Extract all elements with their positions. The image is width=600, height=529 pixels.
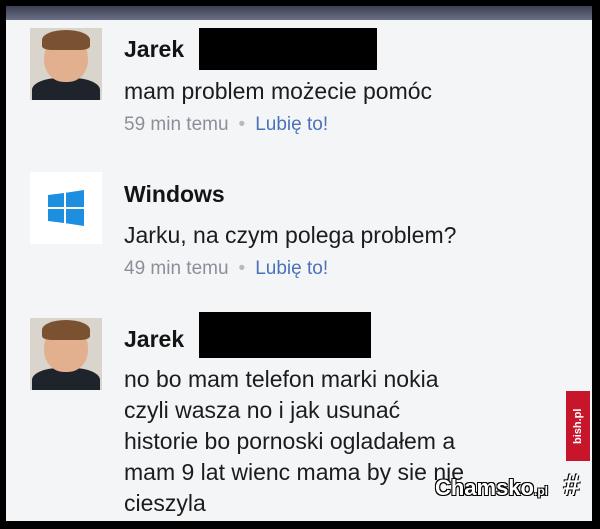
- watermark: Chamsko.pl: [435, 475, 548, 501]
- top-status-bar: [6, 6, 592, 20]
- redaction-bar: [199, 312, 371, 358]
- like-link[interactable]: Lubię to!: [255, 114, 328, 135]
- comment-author[interactable]: Jarek: [124, 36, 184, 63]
- hash-icon: #: [563, 469, 580, 502]
- comment-time: 49 min temu: [124, 258, 229, 279]
- boy-avatar[interactable]: [30, 318, 102, 390]
- meta-separator: •: [238, 114, 246, 135]
- message-line: historie bo pornoski ogladałem a: [124, 428, 456, 454]
- like-link[interactable]: Lubię to!: [255, 258, 328, 279]
- comment-author[interactable]: Windows: [124, 181, 225, 208]
- windows-logo-icon[interactable]: [30, 172, 102, 244]
- message-line: czyli wasza no i jak usunać: [124, 397, 401, 423]
- comment-time: 59 min temu: [124, 114, 229, 135]
- watermark-tld: .pl: [534, 484, 548, 498]
- screenshot-frame: Jarek mam problem możecie pomóc 59 min t…: [6, 6, 592, 521]
- boy-avatar[interactable]: [30, 28, 102, 100]
- redaction-bar: [199, 28, 377, 70]
- comment-author[interactable]: Jarek: [124, 326, 184, 353]
- comment-message: no bo mam telefon marki nokia czyli wasz…: [124, 364, 464, 519]
- meta-separator: •: [238, 258, 246, 279]
- comment-meta: 49 min temu • Lubię to!: [124, 258, 328, 280]
- site-tag: bish.pl: [566, 391, 590, 461]
- message-line: cieszyla: [124, 490, 206, 516]
- comment-meta: 59 min temu • Lubię to!: [124, 114, 328, 136]
- comment-message: Jarku, na czym polega problem?: [124, 222, 457, 248]
- message-line: mam 9 lat wienc mama by sie nie: [124, 459, 465, 485]
- watermark-name: Chamsko: [434, 475, 534, 500]
- comment-message: mam problem możecie pomóc: [124, 78, 433, 104]
- message-line: no bo mam telefon marki nokia: [124, 366, 439, 392]
